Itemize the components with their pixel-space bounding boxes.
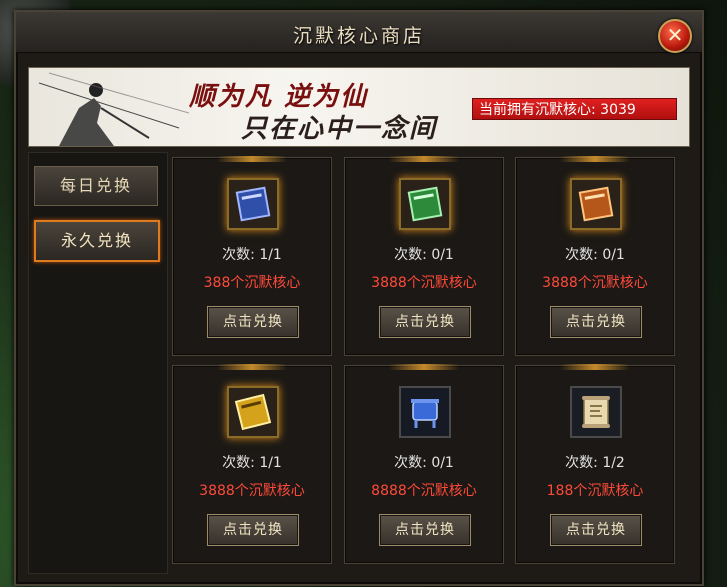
card-ornament (217, 364, 287, 370)
exchange-button[interactable]: 点击兑换 (550, 514, 642, 546)
item-price: 3888个沉默核心 (542, 275, 648, 291)
green-book-icon[interactable] (399, 178, 451, 230)
tab-permanent-exchange[interactable]: 永久兑换 (34, 220, 160, 262)
gold-book-icon[interactable] (227, 386, 279, 438)
exchange-count: 次数: 0/1 (394, 247, 454, 263)
shop-item: 次数: 1/1 388个沉默核心 点击兑换 (172, 156, 332, 356)
shop-item: 次数: 0/1 8888个沉默核心 点击兑换 (344, 364, 504, 564)
exchange-count: 次数: 0/1 (565, 247, 625, 263)
essence-value: 3039 (600, 102, 636, 118)
shop-banner: 顺为凡 逆为仙 只在心中一念间 当前拥有沉默核心: 3039 (28, 67, 690, 147)
title-bar: 沉默核心商店 ✕ (16, 12, 702, 53)
item-price: 188个沉默核心 (546, 483, 644, 499)
banner-slogan-line2: 只在心中一念间 (241, 114, 438, 144)
window-title: 沉默核心商店 (292, 25, 425, 47)
exchange-button[interactable]: 点击兑换 (379, 514, 471, 546)
item-grid: 次数: 1/1 388个沉默核心 点击兑换 次数: 0/1 3888个沉默核心 … (172, 154, 692, 579)
swordsman-illustration (39, 72, 189, 146)
essence-balance: 当前拥有沉默核心: 3039 (472, 98, 677, 120)
card-ornament (217, 156, 287, 162)
blue-book-icon[interactable] (227, 178, 279, 230)
exchange-count: 次数: 1/2 (565, 455, 625, 471)
exchange-button[interactable]: 点击兑换 (550, 306, 642, 338)
exchange-count: 次数: 1/1 (222, 247, 282, 263)
card-ornament (560, 156, 630, 162)
exchange-count: 次数: 0/1 (394, 455, 454, 471)
essence-label: 当前拥有沉默核心: (479, 102, 596, 118)
close-button[interactable]: ✕ (658, 19, 692, 53)
item-price: 3888个沉默核心 (371, 275, 477, 291)
card-ornament (389, 156, 459, 162)
exchange-count: 次数: 1/1 (222, 455, 282, 471)
item-price: 3888个沉默核心 (199, 483, 305, 499)
tab-daily-exchange[interactable]: 每日兑换 (34, 166, 158, 206)
shop-item: 次数: 1/2 188个沉默核心 点击兑换 (515, 364, 675, 564)
item-price: 8888个沉默核心 (371, 483, 477, 499)
blue-cauldron-icon[interactable] (399, 386, 451, 438)
orange-book-icon[interactable] (570, 178, 622, 230)
close-icon: ✕ (666, 23, 684, 47)
shop-window: 沉默核心商店 ✕ 顺为凡 逆为仙 只在心中一念间 当前拥有沉默核心: 3039 … (14, 10, 704, 586)
exchange-button[interactable]: 点击兑换 (379, 306, 471, 338)
shop-item: 次数: 0/1 3888个沉默核心 点击兑换 (344, 156, 504, 356)
tab-sidebar: 每日兑换 永久兑换 (28, 152, 168, 574)
exchange-button[interactable]: 点击兑换 (207, 306, 299, 338)
scroll-icon[interactable] (570, 386, 622, 438)
exchange-button[interactable]: 点击兑换 (207, 514, 299, 546)
shop-item: 次数: 0/1 3888个沉默核心 点击兑换 (515, 156, 675, 356)
item-price: 388个沉默核心 (203, 275, 301, 291)
card-ornament (389, 364, 459, 370)
shop-item: 次数: 1/1 3888个沉默核心 点击兑换 (172, 364, 332, 564)
card-ornament (560, 364, 630, 370)
